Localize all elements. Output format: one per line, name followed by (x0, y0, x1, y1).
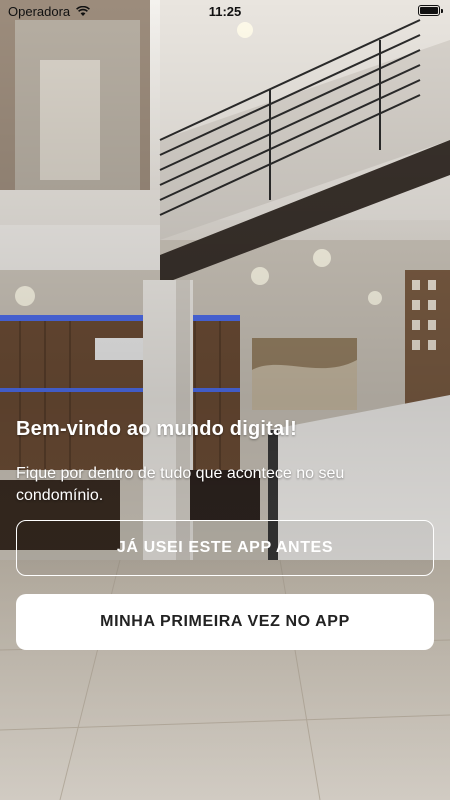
background-photo (0, 0, 450, 800)
status-time: 11:25 (208, 4, 242, 19)
welcome-title: Bem-vindo ao mundo digital! (16, 418, 297, 440)
welcome-section: Bem-vindo ao mundo digital! Fique por de… (16, 418, 434, 507)
welcome-subtitle: Fique por dentro de tudo que acontece no… (16, 465, 345, 504)
existing-user-button[interactable]: JÁ USEI ESTE APP ANTES (16, 520, 434, 576)
status-bar: Operadora 11:25 (0, 0, 450, 22)
first-time-button[interactable]: MINHA PRIMEIRA VEZ NO APP (16, 594, 434, 650)
battery-icon (418, 5, 443, 16)
